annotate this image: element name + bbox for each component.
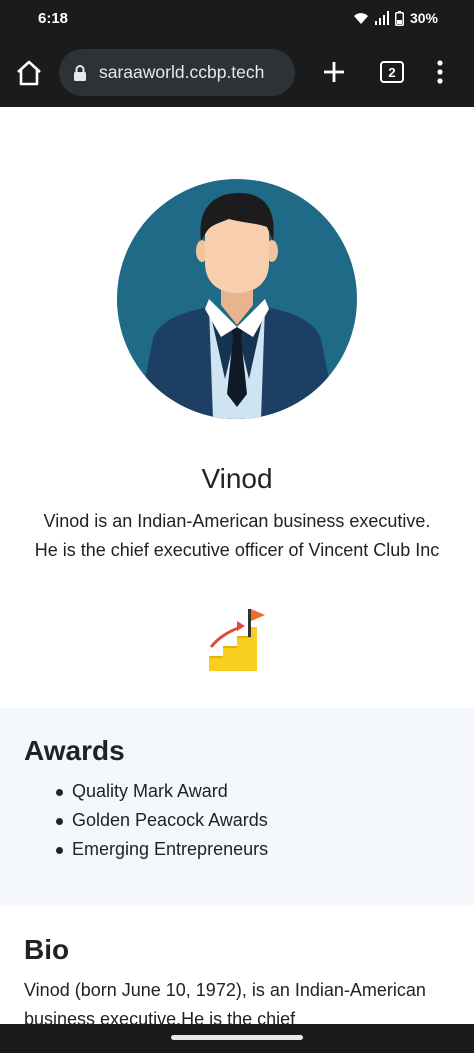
status-icons: 30%	[353, 10, 438, 26]
more-vert-icon[interactable]	[430, 57, 450, 87]
url-text: saraaworld.ccbp.tech	[99, 62, 265, 82]
profile-name: Vinod	[201, 463, 273, 494]
gesture-handle[interactable]	[171, 1035, 303, 1040]
address-bar[interactable]: saraaworld.ccbp.tech	[59, 49, 295, 96]
navigation-bar	[0, 1024, 474, 1053]
tab-count: 2	[388, 64, 396, 80]
awards-title: Awards	[24, 735, 125, 766]
status-time: 6:18	[38, 10, 69, 27]
browser-toolbar: saraaworld.ccbp.tech 2	[0, 40, 474, 107]
businessman-avatar	[117, 179, 357, 419]
home-icon[interactable]	[14, 58, 44, 88]
growth-stairs-flag-icon	[209, 609, 265, 671]
battery-icon	[394, 10, 404, 26]
bio-title: Bio	[24, 934, 70, 965]
award-item: Quality Mark Award	[56, 777, 268, 806]
status-bar: 6:18 30%	[0, 0, 474, 40]
wifi-icon	[353, 13, 368, 24]
profile-description: Vinod is an Indian-American business exe…	[34, 511, 440, 560]
lock-icon	[74, 64, 86, 81]
signal-icon	[374, 11, 389, 25]
award-item: Golden Peacock Awards	[56, 806, 268, 835]
battery-percent: 30%	[409, 10, 438, 26]
plus-icon[interactable]	[320, 58, 348, 86]
award-item: Emerging Entrepreneurs	[56, 835, 268, 864]
awards-section: Awards Quality Mark Award Golden Peacock…	[0, 708, 474, 906]
page-content: Vinod Vinod is an Indian-American busine…	[0, 107, 474, 1053]
awards-list: Quality Mark Award Golden Peacock Awards…	[56, 777, 268, 864]
tabs-icon[interactable]: 2	[380, 61, 404, 83]
